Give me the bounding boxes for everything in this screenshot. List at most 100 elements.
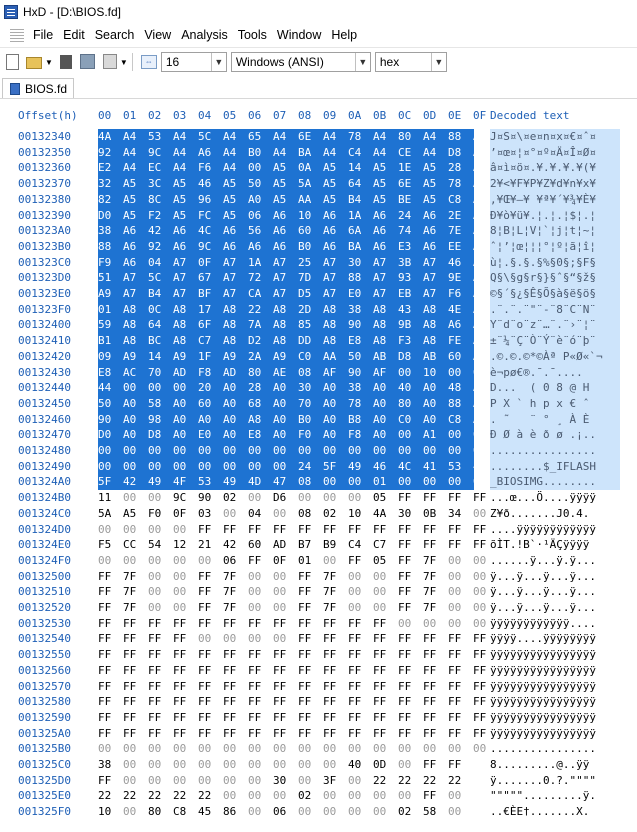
hex-byte[interactable]: A6: [423, 223, 448, 239]
hex-byte[interactable]: BE: [398, 192, 423, 208]
hex-byte[interactable]: FF: [348, 647, 373, 663]
hex-byte[interactable]: A6: [448, 317, 473, 333]
hex-byte[interactable]: F6: [448, 286, 473, 302]
hex-byte[interactable]: 6F: [198, 317, 223, 333]
hex-byte[interactable]: FF: [198, 584, 223, 600]
hex-byte[interactable]: FF: [298, 663, 323, 679]
hex-byte[interactable]: 00: [273, 584, 298, 600]
decoded-text[interactable]: ....ÿÿÿÿÿÿÿÿÿÿÿÿ: [490, 522, 620, 538]
charset-select[interactable]: Windows (ANSI) ▼: [230, 52, 371, 72]
hex-byte[interactable]: 5C: [148, 270, 173, 286]
hex-byte[interactable]: AB: [423, 349, 448, 365]
hex-byte[interactable]: 17: [198, 302, 223, 318]
hex-byte[interactable]: 7F: [223, 584, 248, 600]
hex-byte[interactable]: 00: [323, 490, 348, 506]
decoded-text[interactable]: ÿÿÿÿÿÿÿÿÿÿÿÿÿÿÿÿ: [490, 663, 620, 679]
hex-byte[interactable]: 00: [173, 741, 198, 757]
hex-byte[interactable]: 00: [273, 757, 298, 773]
hex-byte[interactable]: 78: [448, 176, 473, 192]
hex-byte[interactable]: 3B: [398, 255, 423, 271]
decoded-text[interactable]: ÿ...ÿ...ÿ...ÿ...: [490, 584, 620, 600]
hex-byte[interactable]: A8: [123, 333, 148, 349]
hex-byte[interactable]: FF: [448, 663, 473, 679]
hex-byte[interactable]: 6E: [398, 176, 423, 192]
hex-byte[interactable]: 7F: [423, 600, 448, 616]
hex-byte[interactable]: 9C: [198, 239, 223, 255]
hex-byte[interactable]: FF: [398, 679, 423, 695]
hex-byte[interactable]: A8: [273, 302, 298, 318]
hex-byte[interactable]: 00: [323, 804, 348, 820]
hex-byte[interactable]: FF: [148, 679, 173, 695]
hex-byte[interactable]: A8: [373, 333, 398, 349]
hex-byte[interactable]: 00: [123, 741, 148, 757]
hex-byte[interactable]: FF: [423, 490, 448, 506]
hex-byte[interactable]: FF: [398, 584, 423, 600]
hex-byte[interactable]: FF: [223, 726, 248, 742]
decoded-text[interactable]: """"".........ÿ.: [490, 788, 620, 804]
hex-byte[interactable]: A8: [423, 302, 448, 318]
hex-byte[interactable]: 7D: [298, 270, 323, 286]
hex-byte[interactable]: FF: [173, 616, 198, 632]
hex-byte[interactable]: 30: [398, 506, 423, 522]
decoded-text[interactable]: ˆ¦’¦œ¦¦¦°¦º¦ã¦î¦: [490, 238, 620, 255]
hex-byte[interactable]: FF: [373, 726, 398, 742]
hex-byte[interactable]: 00: [223, 443, 248, 459]
hex-byte[interactable]: FF: [423, 537, 448, 553]
hex-byte[interactable]: A0: [373, 396, 398, 412]
menu-analysis[interactable]: Analysis: [176, 24, 233, 46]
hex-byte[interactable]: 00: [373, 741, 398, 757]
hex-byte[interactable]: FF: [148, 631, 173, 647]
hex-byte[interactable]: 00: [423, 616, 448, 632]
hex-byte[interactable]: 7F: [323, 569, 348, 585]
hex-byte[interactable]: A0: [273, 412, 298, 428]
hex-byte[interactable]: 00: [248, 773, 273, 789]
hex-byte[interactable]: 00: [273, 459, 298, 475]
hex-bytes[interactable]: 90 A0 98 A0 A0 A0 A8 A0 B0 A0 B8 A0 C0 A0 C8 A0: [98, 411, 486, 428]
hex-byte[interactable]: FF: [398, 647, 423, 663]
hex-byte[interactable]: 78: [348, 396, 373, 412]
hex-byte[interactable]: FF: [273, 679, 298, 695]
hex-byte[interactable]: 46: [373, 459, 398, 475]
hex-byte[interactable]: FF: [248, 647, 273, 663]
hex-byte[interactable]: A6: [173, 223, 198, 239]
hex-byte[interactable]: FF: [423, 726, 448, 742]
bytes-per-row-select[interactable]: 16 ▼: [160, 52, 227, 72]
hex-byte[interactable]: 98: [148, 412, 173, 428]
hex-byte[interactable]: A8: [123, 302, 148, 318]
hex-byte[interactable]: A8: [248, 412, 273, 428]
hex-byte[interactable]: 7F: [123, 584, 148, 600]
hex-byte[interactable]: 00: [148, 741, 173, 757]
hex-byte[interactable]: AD: [173, 365, 198, 381]
hex-byte[interactable]: A6: [123, 223, 148, 239]
hex-byte[interactable]: A7: [223, 270, 248, 286]
menu-file[interactable]: File: [28, 24, 58, 46]
hex-byte[interactable]: FF: [98, 663, 123, 679]
hex-byte[interactable]: A8: [123, 317, 148, 333]
hex-byte[interactable]: 10: [348, 506, 373, 522]
hex-byte[interactable]: 00: [223, 788, 248, 804]
hex-byte[interactable]: FF: [273, 710, 298, 726]
hex-byte[interactable]: FF: [98, 710, 123, 726]
hex-byte[interactable]: A6: [123, 255, 148, 271]
hex-byte[interactable]: A0: [323, 427, 348, 443]
hex-byte[interactable]: FF: [448, 537, 473, 553]
hex-byte[interactable]: 88: [448, 129, 473, 145]
hex-byte[interactable]: FF: [98, 631, 123, 647]
hex-byte[interactable]: A8: [223, 317, 248, 333]
hex-byte[interactable]: 9C: [148, 145, 173, 161]
hex-byte[interactable]: 00: [323, 443, 348, 459]
hex-byte[interactable]: 02: [398, 804, 423, 820]
hex-byte[interactable]: AD: [273, 537, 298, 553]
open-dropdown-arrow-icon[interactable]: ▼: [45, 58, 53, 67]
hex-byte[interactable]: A8: [173, 333, 198, 349]
hex-byte[interactable]: 93: [398, 270, 423, 286]
decoded-text[interactable]: .©.©.©*©Àª P«Ø«`¬: [490, 348, 620, 365]
hex-byte[interactable]: DD: [298, 333, 323, 349]
hex-bytes[interactable]: 00 00 00 00 00 00 00 00 00 00 00 00 00 00 00 00: [98, 443, 486, 459]
hex-byte[interactable]: A8: [223, 302, 248, 318]
hex-byte[interactable]: 7F: [223, 600, 248, 616]
hex-byte[interactable]: A0: [423, 396, 448, 412]
hex-byte[interactable]: F9: [98, 255, 123, 271]
hex-bytes[interactable]: FF FF FF FF FF FF FF FF FF FF FF FF FF FF FF FF: [98, 663, 486, 679]
hex-byte[interactable]: 00: [448, 427, 473, 443]
